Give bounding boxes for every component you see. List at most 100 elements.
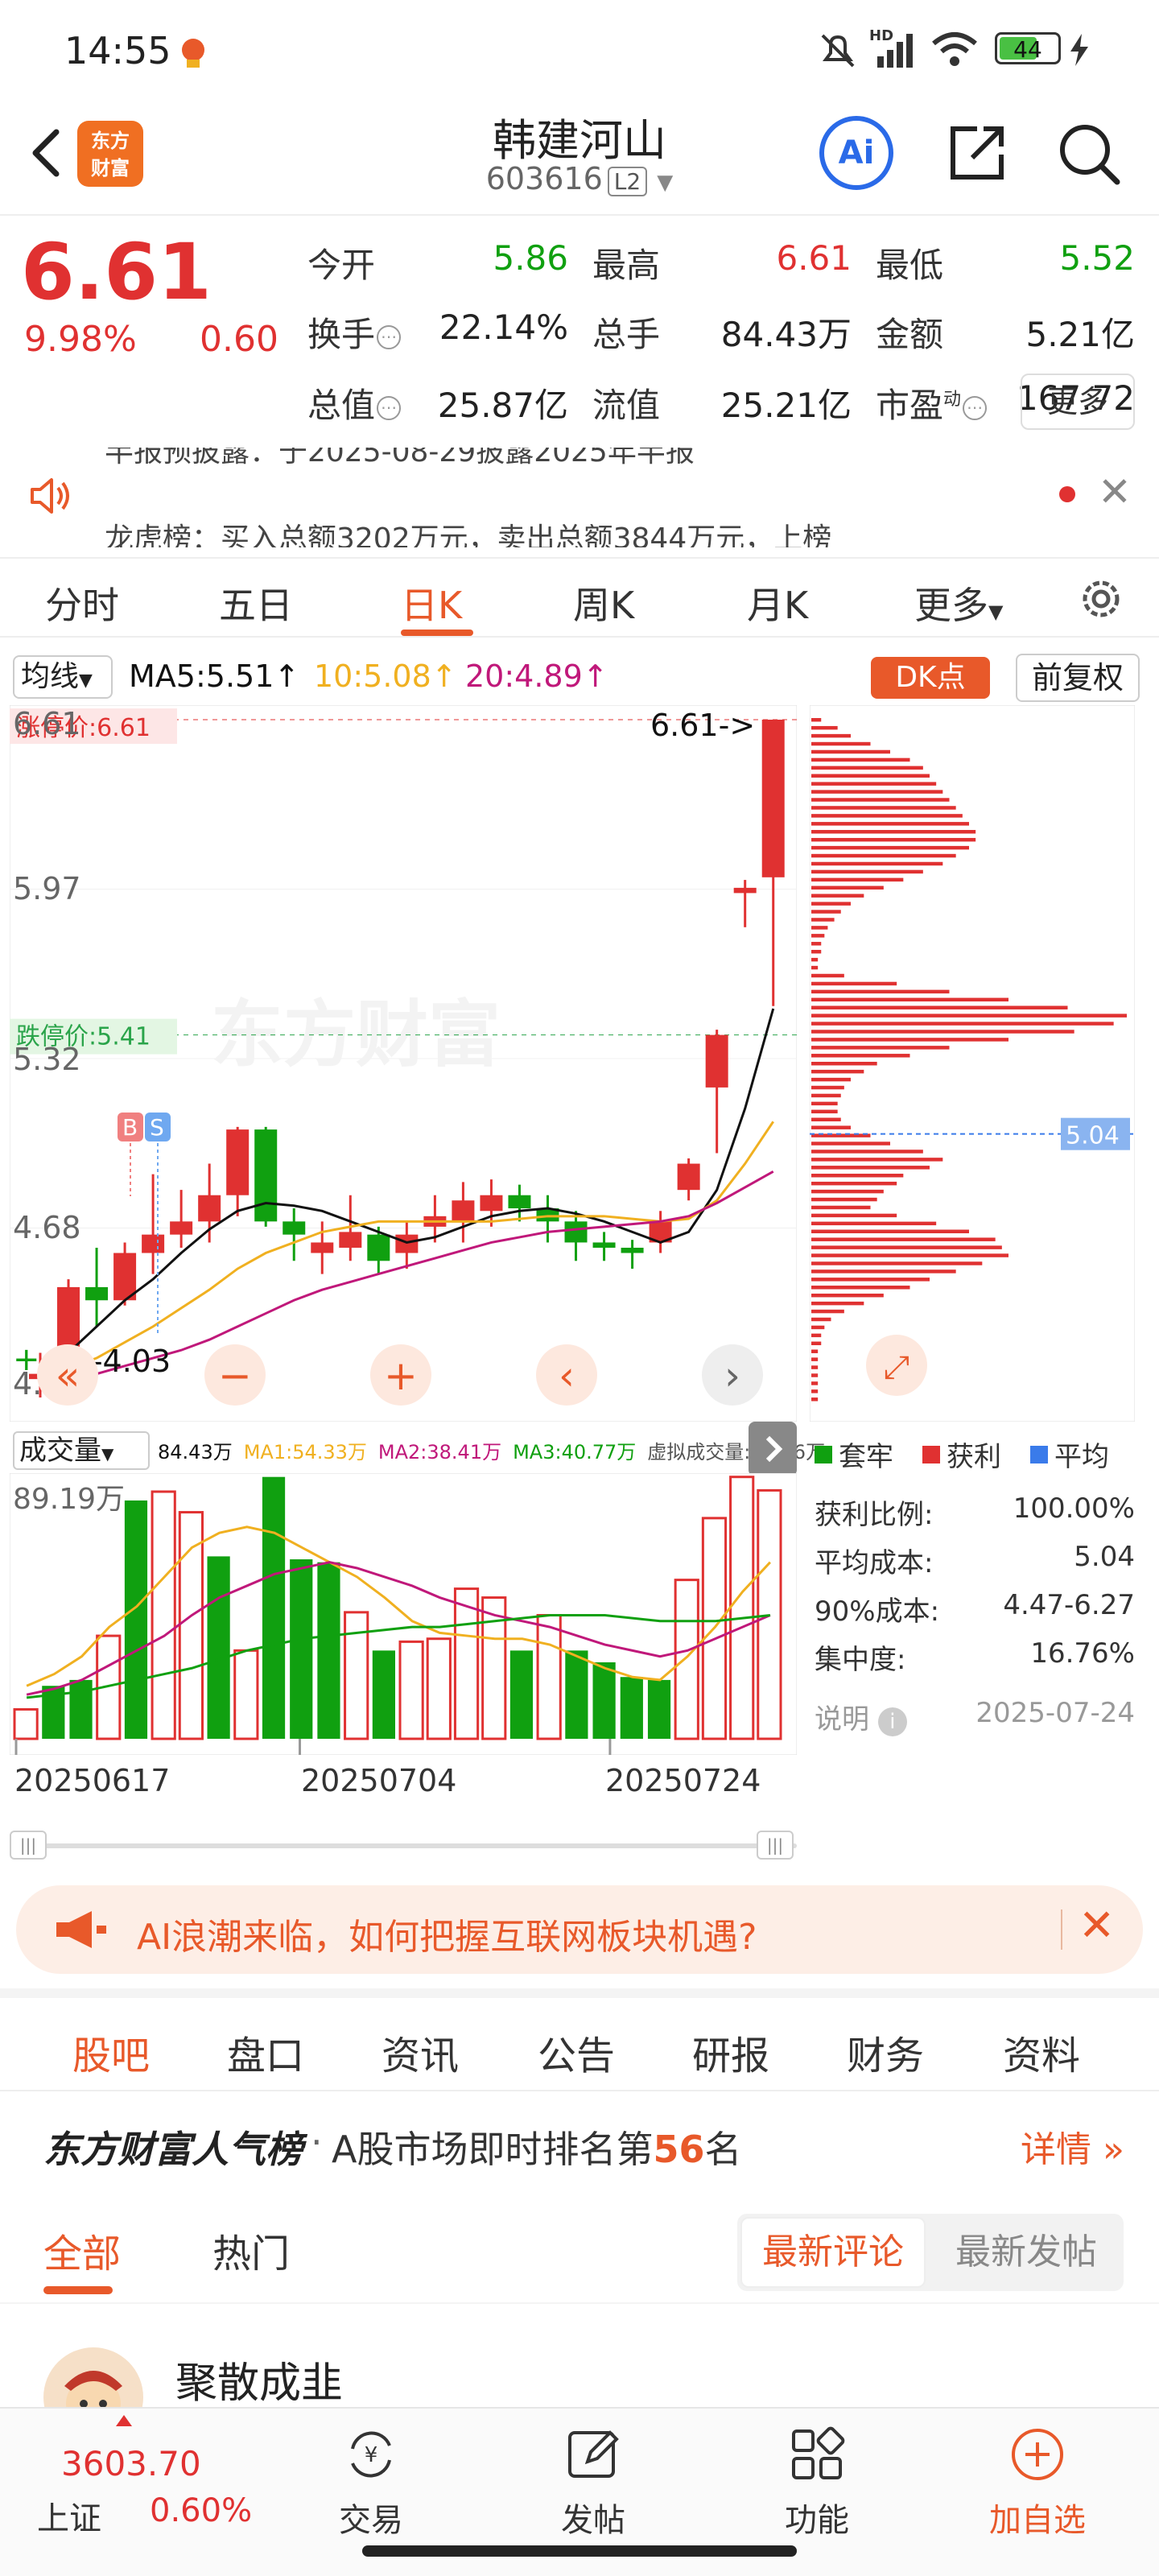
sort-latest-post[interactable]: 最新发帖 xyxy=(934,2217,1119,2288)
volume-bar xyxy=(207,1556,230,1739)
chip-bar xyxy=(811,1054,910,1058)
news-ticker[interactable]: 半报预披露：于2025-08-29披露2025年半报 龙虎榜：买入总额3202万… xyxy=(0,448,1159,547)
chip-bar xyxy=(811,1213,897,1218)
expand-panel-button[interactable] xyxy=(749,1422,797,1476)
popularity-rank[interactable]: 东方财富人气榜 · A股市场即时排名第56名 详情 » xyxy=(0,2090,1159,2186)
quote-value: 5.86 xyxy=(493,238,568,278)
news-line-1: 半报预披露：于2025-08-29披露2025年半报 xyxy=(105,448,695,469)
quote-label-text: 最低 xyxy=(876,246,944,285)
svg-text:¥: ¥ xyxy=(365,2443,378,2467)
dk-point-button[interactable]: DK点 xyxy=(871,657,990,699)
chip-bar xyxy=(811,1062,877,1066)
chip-bar xyxy=(811,822,969,826)
date-label-mid: 20250704 xyxy=(301,1763,457,1798)
share-icon[interactable] xyxy=(943,119,1011,187)
chip-bar xyxy=(811,1317,831,1322)
index-name[interactable]: 上证 xyxy=(37,2492,101,2539)
tab-finance[interactable]: 财务 xyxy=(847,2024,924,2080)
avg-cost-label: 5.04 xyxy=(1066,1122,1120,1150)
double-chevron-right-icon: » xyxy=(1091,2129,1124,2170)
back-arrow-icon[interactable] xyxy=(23,121,71,185)
post-item[interactable]: 聚散成韭 xyxy=(0,2302,1159,2447)
quote-label-text: 流值 xyxy=(592,386,661,425)
rank-text: A股市场即时排名第56名 xyxy=(332,2120,741,2174)
nav-add-watchlist[interactable]: 加自选 xyxy=(977,2425,1098,2541)
ma5-value: MA5:5.51↑ xyxy=(129,658,299,694)
tab-five-day[interactable]: 五日 xyxy=(219,576,293,630)
status-time: 14:55 xyxy=(64,29,171,72)
nav-post[interactable]: 发帖 xyxy=(533,2425,654,2541)
stock-code-row[interactable]: 603616 L2 ▼ xyxy=(419,161,740,196)
index-value[interactable]: 3603.70 xyxy=(61,2444,201,2483)
filter-all[interactable]: 全部 xyxy=(43,2222,121,2278)
info-circle-icon[interactable]: ⋯ xyxy=(963,395,988,420)
eastmoney-logo[interactable]: 东方 财富 xyxy=(77,121,143,187)
tab-intraday[interactable]: 分时 xyxy=(45,576,119,630)
tab-monthly-k[interactable]: 月K xyxy=(747,576,808,630)
chip-bar xyxy=(811,1389,819,1393)
volume-bar xyxy=(178,1511,204,1740)
chip-distribution-chart[interactable]: 5.04 ⤢ xyxy=(810,705,1135,1422)
volume-value: 84.43万 xyxy=(158,1441,233,1463)
candle-body xyxy=(480,1195,503,1212)
info-circle-icon[interactable]: ⋯ xyxy=(377,395,402,420)
chip-bar xyxy=(811,1333,822,1338)
adjust-button[interactable]: 前复权 xyxy=(1016,654,1140,702)
quote-value: 22.14% xyxy=(439,308,568,347)
ai-assistant-button[interactable]: Ai xyxy=(819,116,893,190)
volume-indicator-select[interactable]: 成交量▼ xyxy=(13,1431,150,1470)
tab-news[interactable]: 资讯 xyxy=(382,2024,459,2080)
banner-text: AI浪潮来临，如何把握互联网板块机遇? xyxy=(137,1917,757,1958)
sort-latest-comment[interactable]: 最新评论 xyxy=(740,2217,926,2288)
nav-functions[interactable]: 功能 xyxy=(757,2425,877,2541)
tab-daily-k[interactable]: 日K xyxy=(401,576,462,630)
post-username[interactable]: 聚散成韭 xyxy=(175,2349,343,2409)
quote-label-text: 最高 xyxy=(592,246,661,285)
close-icon[interactable]: ✕ xyxy=(1098,469,1132,515)
filter-hot[interactable]: 热门 xyxy=(212,2222,290,2278)
chip-info-row: 平均成本: 5.04 xyxy=(815,1541,1135,1580)
megaphone-icon xyxy=(56,1911,106,1948)
tab-more[interactable]: 更多▼ xyxy=(914,576,1003,630)
tab-announcements[interactable]: 公告 xyxy=(538,2024,615,2080)
ma-select[interactable]: 均线▼ xyxy=(13,655,113,699)
candle-body xyxy=(142,1234,165,1253)
chart-range-scroller[interactable]: ||| ||| xyxy=(10,1827,797,1863)
gear-icon[interactable] xyxy=(1075,573,1127,625)
chip-bar xyxy=(811,1309,844,1314)
more-quote-button[interactable]: 更多 xyxy=(1021,374,1135,430)
pe-superscript: 动 xyxy=(943,390,962,410)
chip-note-row[interactable]: 说明 i 2025-07-24 xyxy=(815,1697,1135,1736)
volume-header: 成交量▼ 84.43万 MA1:54.33万 MA2:38.41万 MA3:40… xyxy=(10,1426,825,1475)
chip-bar xyxy=(811,989,950,994)
index-change[interactable]: 0.60% xyxy=(150,2492,252,2529)
close-icon[interactable]: ✕ xyxy=(1079,1900,1115,1951)
tab-research[interactable]: 研报 xyxy=(692,2024,769,2080)
tab-weekly-k[interactable]: 周K xyxy=(573,576,634,630)
nav-post-label: 发帖 xyxy=(561,2502,625,2539)
kline-chart[interactable]: 东方财富涨停价:6.61跌停价:5.416.615.975.324.684.03… xyxy=(10,705,797,1422)
info-circle-icon[interactable]: ⋯ xyxy=(377,324,402,349)
tab-pankou[interactable]: 盘口 xyxy=(227,2024,304,2080)
chip-bar xyxy=(811,1381,819,1385)
arrow-up-icon: ↑ xyxy=(274,658,300,694)
chip-info-value: 5.04 xyxy=(1074,1541,1135,1573)
tab-profile[interactable]: 资料 xyxy=(1003,2024,1080,2080)
chip-bar xyxy=(811,1093,841,1098)
plus-circle-icon xyxy=(1012,2429,1063,2480)
rank-detail-link[interactable]: 详情 » xyxy=(1021,2120,1124,2172)
volume-bar xyxy=(124,1500,148,1739)
promo-banner[interactable]: AI浪潮来临，如何把握互联网板块机遇? ✕ xyxy=(16,1885,1143,1974)
search-icon[interactable] xyxy=(1054,119,1122,187)
chip-bar xyxy=(811,1245,1002,1249)
chip-bar xyxy=(811,1038,1008,1042)
tab-guba[interactable]: 股吧 xyxy=(72,2024,150,2080)
volume-chart[interactable]: 89.19万 xyxy=(10,1473,797,1755)
scroller-handle-right[interactable]: ||| xyxy=(757,1831,794,1860)
quote-label: 最高 xyxy=(592,238,660,287)
scroller-handle-left[interactable]: ||| xyxy=(10,1831,47,1860)
banner-divider xyxy=(1061,1909,1062,1950)
chip-info-row: 90%成本: 4.47-6.27 xyxy=(815,1589,1135,1629)
nav-trade[interactable]: ¥ 交易 xyxy=(311,2425,431,2541)
quote-value: 25.21亿 xyxy=(720,386,852,425)
